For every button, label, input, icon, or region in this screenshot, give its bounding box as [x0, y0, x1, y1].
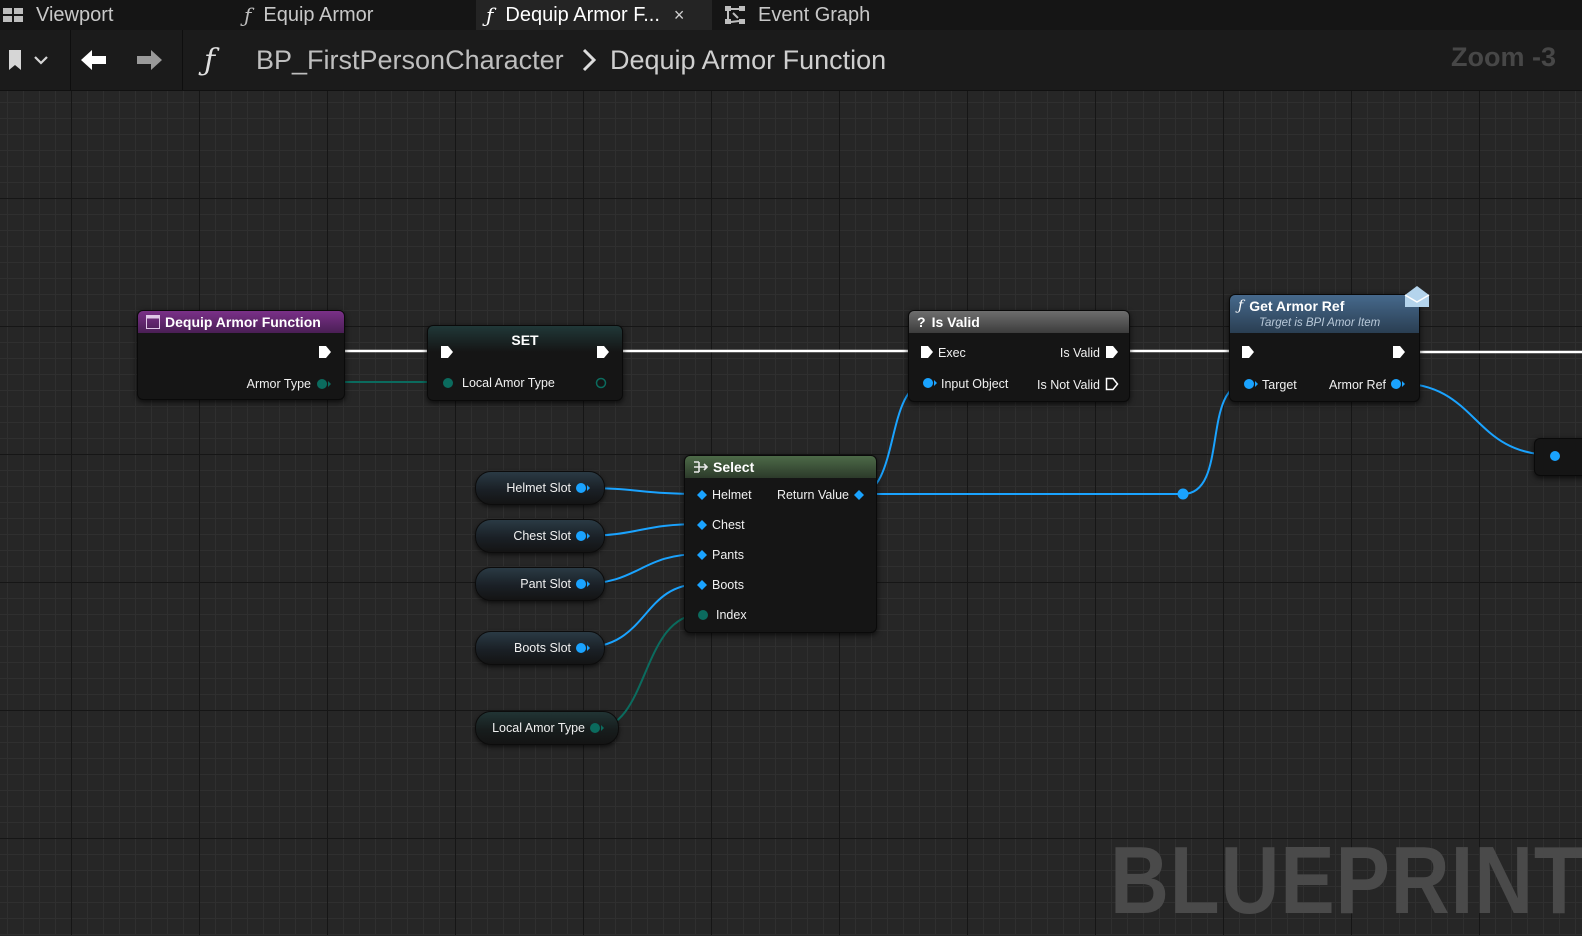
set-node[interactable]: SET Local Amor Type — [427, 325, 623, 401]
object-out-pin[interactable] — [575, 529, 591, 543]
variable-boots-slot[interactable]: Boots Slot — [475, 631, 605, 665]
pin-label: Chest — [712, 518, 745, 532]
pin-label: Input Object — [941, 377, 1009, 391]
is-valid-node[interactable]: ? Is Valid Exec Input Object Is Valid Is… — [908, 310, 1130, 402]
enum-out-pin[interactable] — [316, 377, 332, 391]
node-subtitle: Target is BPI Amor Item — [1259, 317, 1381, 329]
pin-label: Boots — [712, 578, 744, 592]
pin-label: Local Amor Type — [462, 376, 555, 390]
exec-in-pin[interactable] — [1241, 345, 1255, 359]
node-title: Dequip Armor Function — [165, 314, 321, 330]
object-out-pin[interactable] — [1390, 377, 1406, 391]
object-in-pin[interactable] — [1547, 449, 1563, 463]
object-out-pin[interactable] — [575, 481, 591, 495]
node-title: Select — [713, 459, 755, 475]
variable-chest-slot[interactable]: Chest Slot — [475, 519, 605, 553]
exec-out-pin[interactable] — [596, 345, 610, 359]
function-entry-icon — [146, 315, 160, 329]
interface-message-icon — [1404, 286, 1430, 307]
object-out-pin[interactable] — [575, 641, 591, 655]
enum-out-pin[interactable] — [589, 721, 605, 735]
get-armor-ref-node[interactable]: ƒ Get Armor Ref Target is BPI Amor Item … — [1229, 286, 1430, 402]
select-icon — [694, 461, 709, 473]
variable-label: Local Amor Type — [492, 721, 585, 735]
variable-local-amor-type[interactable]: Local Amor Type — [475, 711, 619, 745]
wildcard-out-pin[interactable] — [853, 489, 865, 501]
wildcard-in-pin[interactable] — [696, 519, 708, 531]
variable-label: Boots Slot — [514, 641, 571, 655]
select-node[interactable]: Select Helmet Chest Pants Boots Index Re… — [684, 455, 877, 633]
question-icon: ? — [917, 314, 926, 330]
pin-label: Armor Type — [246, 377, 311, 391]
exec-in-pin[interactable] — [920, 345, 934, 359]
variable-label: Chest Slot — [513, 529, 571, 543]
node-header: Dequip Armor Function — [138, 311, 344, 333]
enum-out-pin[interactable] — [594, 376, 610, 390]
pin-label: Index — [716, 608, 747, 622]
variable-helmet-slot[interactable]: Helmet Slot — [475, 471, 605, 505]
pin-label: Armor Ref — [1329, 378, 1386, 392]
variable-label: Helmet Slot — [506, 481, 571, 495]
node-header: Select — [685, 456, 876, 478]
object-in-pin[interactable] — [1242, 377, 1258, 391]
pin-label: Is Not Valid — [1037, 378, 1100, 392]
wildcard-in-pin[interactable] — [696, 579, 708, 591]
node-header: ? Is Valid — [909, 311, 1129, 333]
wildcard-in-pin[interactable] — [696, 549, 708, 561]
object-in-pin[interactable] — [921, 376, 937, 390]
blueprint-watermark: BLUEPRINT — [1110, 827, 1582, 934]
pin-label: Exec — [938, 346, 966, 360]
offscreen-node[interactable] — [1534, 438, 1582, 476]
exec-out-pin[interactable] — [318, 345, 332, 359]
pin-label: Return Value — [776, 488, 849, 502]
pin-label: Target — [1262, 378, 1297, 392]
pin-label: Helmet — [712, 488, 752, 502]
pin-label: Is Valid — [1059, 346, 1100, 360]
reroute-node — [1177, 488, 1189, 500]
exec-out-pin[interactable] — [1105, 377, 1119, 391]
node-title: Get Armor Ref — [1249, 298, 1345, 314]
variable-pant-slot[interactable]: Pant Slot — [475, 567, 605, 601]
object-out-pin[interactable] — [575, 577, 591, 591]
function-entry-node[interactable]: Dequip Armor Function Armor Type — [137, 310, 345, 400]
enum-in-pin[interactable] — [696, 608, 712, 622]
exec-in-pin[interactable] — [440, 345, 454, 359]
function-icon: ƒ — [1238, 298, 1244, 314]
exec-out-pin[interactable] — [1105, 345, 1119, 359]
variable-label: Pant Slot — [520, 577, 571, 591]
enum-in-pin[interactable] — [440, 376, 456, 390]
wildcard-in-pin[interactable] — [696, 489, 708, 501]
node-title: Is Valid — [931, 314, 980, 330]
exec-out-pin[interactable] — [1392, 345, 1406, 359]
pin-label: Pants — [712, 548, 744, 562]
node-title: SET — [511, 332, 539, 348]
